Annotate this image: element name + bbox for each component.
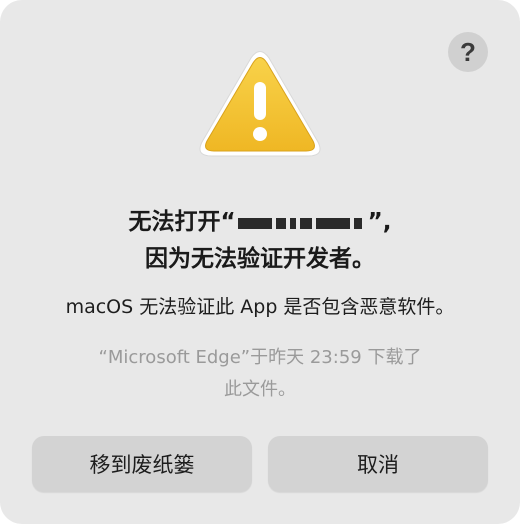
move-to-trash-label: 移到废纸篓 bbox=[89, 453, 195, 477]
redacted-app-name bbox=[237, 205, 366, 241]
help-button[interactable]: ? bbox=[448, 32, 488, 72]
title-suffix: ”, bbox=[367, 209, 392, 235]
unverified-developer-dialog: ? 无法打开“ ”, 因为无法验证开发者。 macOS 无法验证此 App 是否包… bbox=[0, 0, 520, 524]
move-to-trash-button[interactable]: 移到废纸篓 bbox=[32, 436, 252, 492]
cancel-label: 取消 bbox=[357, 453, 399, 477]
help-label: ? bbox=[460, 36, 476, 67]
cancel-button[interactable]: 取消 bbox=[268, 436, 488, 492]
download-note: “Microsoft Edge”于昨天 23:59 下载了 此文件。 bbox=[40, 342, 480, 406]
dialog-title: 无法打开“ ”, 因为无法验证开发者。 bbox=[40, 204, 480, 277]
title-line-2: 因为无法验证开发者。 bbox=[145, 245, 375, 272]
warning-triangle-icon bbox=[199, 51, 321, 157]
download-note-line-2: 此文件。 bbox=[224, 379, 296, 400]
dialog-message: macOS 无法验证此 App 是否包含恶意软件。 bbox=[65, 296, 455, 318]
download-note-line-1: “Microsoft Edge”于昨天 23:59 下载了 bbox=[98, 347, 422, 368]
title-line-1: 无法打开“ ”, bbox=[40, 204, 480, 241]
title-prefix: 无法打开“ bbox=[128, 209, 236, 235]
